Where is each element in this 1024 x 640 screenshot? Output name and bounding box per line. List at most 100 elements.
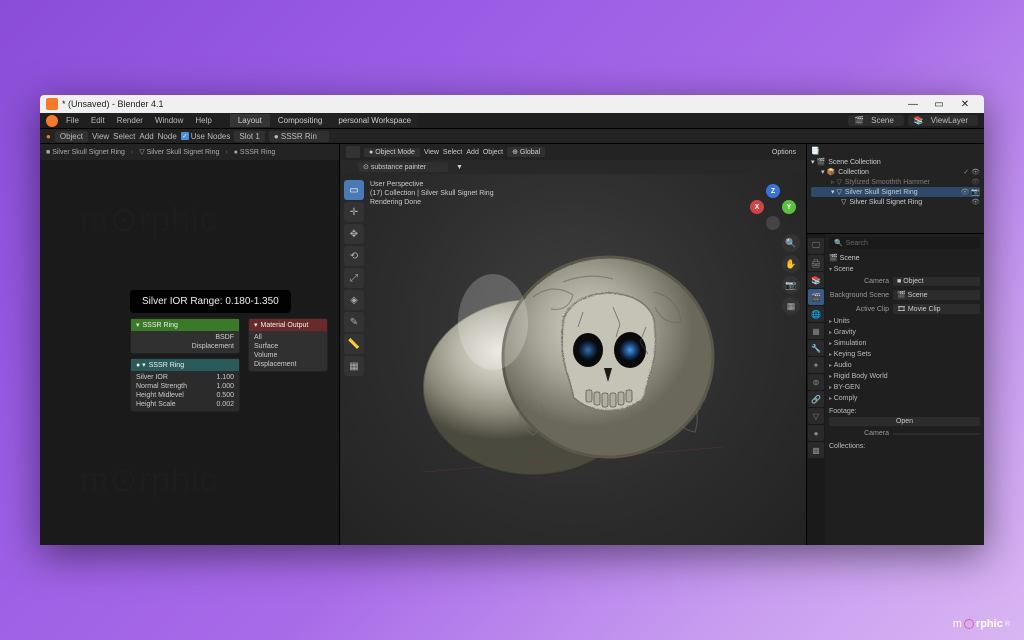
bg-scene-field[interactable]: 🎬 Scene <box>893 290 980 300</box>
node-material-output[interactable]: ▾ Material Output All Surface Volume Dis… <box>248 318 328 372</box>
outliner-collection[interactable]: ▾ 📦Collection✓ 👁 <box>811 167 980 177</box>
logo-o-icon <box>964 619 974 629</box>
nav-gizmo[interactable]: X Y Z <box>750 184 796 230</box>
crumb-object[interactable]: ■ Silver Skull Signet Ring <box>46 149 125 156</box>
section-units[interactable]: Units <box>829 316 980 327</box>
section-comply[interactable]: Comply <box>829 393 980 404</box>
material-selector[interactable]: ● SSSR Rin <box>269 131 329 142</box>
collections-label: Collections: <box>829 439 980 450</box>
window-maximize-button[interactable]: ▭ <box>926 99 952 110</box>
rendered-object <box>413 237 733 497</box>
ptab-modifier-icon[interactable]: 🔧 <box>808 340 824 356</box>
ptab-constraint-icon[interactable]: 🔗 <box>808 391 824 407</box>
tool-select-box-icon[interactable]: ▭ <box>344 180 364 200</box>
mode-selector[interactable]: ● Object Mode <box>364 148 420 157</box>
menu-help[interactable]: Help <box>191 116 215 125</box>
use-nodes-checkbox[interactable]: ✓Use Nodes <box>181 132 231 141</box>
hdri-selector[interactable]: ⊙ substance painter <box>358 162 448 172</box>
zoom-icon[interactable]: 🔍 <box>782 234 800 252</box>
perspective-toggle-icon[interactable]: ▦ <box>782 297 800 315</box>
section-scene[interactable]: Scene <box>829 264 980 275</box>
menu-render[interactable]: Render <box>113 116 147 125</box>
tool-move-icon[interactable]: ✥ <box>344 224 364 244</box>
tool-scale-icon[interactable]: ⤢ <box>344 268 364 288</box>
menu-file[interactable]: File <box>62 116 83 125</box>
editor-type-icon[interactable] <box>346 146 360 158</box>
camera-field[interactable]: ■ Object <box>893 277 980 286</box>
ptab-object-icon[interactable]: ▦ <box>808 323 824 339</box>
ptab-texture-icon[interactable]: ▩ <box>808 442 824 458</box>
outliner-type-icon[interactable]: 📑 <box>811 147 820 155</box>
camera2-field[interactable] <box>893 433 980 435</box>
ptab-particles-icon[interactable]: ✦ <box>808 357 824 373</box>
filter-icon[interactable]: ▼ <box>456 164 463 171</box>
node-group-props[interactable]: ● ▾ SSSR Ring Silver IOR1.100 Normal Str… <box>130 358 240 412</box>
ne-menu-select[interactable]: Select <box>113 132 135 141</box>
clip-field[interactable]: 🎞 Movie Clip <box>893 304 980 314</box>
ne-menu-view[interactable]: View <box>92 132 109 141</box>
menu-window[interactable]: Window <box>151 116 187 125</box>
section-simulation[interactable]: Simulation <box>829 338 980 349</box>
camera-view-icon[interactable]: 📷 <box>782 276 800 294</box>
ptab-output-icon[interactable]: 🖨 <box>808 255 824 271</box>
node-canvas[interactable]: m⊙rphic m⊙rphic Silver IOR Range: 0.180-… <box>40 160 339 545</box>
outliner: 📑 ▾ 🎬Scene Collection ▾ 📦Collection✓ 👁 ▹… <box>807 144 984 234</box>
orientation-selector[interactable]: ⊕ Global <box>507 147 545 157</box>
ne-menu-add[interactable]: Add <box>139 132 153 141</box>
scene-selector[interactable]: 🎬 Scene <box>848 115 904 126</box>
tool-rotate-icon[interactable]: ⟲ <box>344 246 364 266</box>
outliner-scene-collection[interactable]: ▾ 🎬Scene Collection <box>811 157 980 167</box>
pan-icon[interactable]: ✋ <box>782 255 800 273</box>
tool-add-icon[interactable]: ▦ <box>344 356 364 376</box>
vp-menu-view[interactable]: View <box>424 149 439 156</box>
tool-transform-icon[interactable]: ◈ <box>344 290 364 310</box>
shader-editor: ■ Silver Skull Signet Ring › ▽ Silver Sk… <box>40 144 340 545</box>
tool-cursor-icon[interactable]: ✛ <box>344 202 364 222</box>
tool-measure-icon[interactable]: 📏 <box>344 334 364 354</box>
ptab-viewlayer-icon[interactable]: 📚 <box>808 272 824 288</box>
section-keying[interactable]: Keying Sets <box>829 349 980 360</box>
window-minimize-button[interactable]: — <box>900 99 926 110</box>
outliner-item-ring-mesh[interactable]: ▽Silver Skull Signet Ring👁 <box>811 197 980 207</box>
viewport-body[interactable]: User Perspective (17) Collection | Silve… <box>340 174 806 545</box>
crumb-material[interactable]: ● SSSR Ring <box>234 149 276 156</box>
crumb-mesh[interactable]: ▽ Silver Skull Signet Ring <box>139 148 219 156</box>
node-editor-header: ● Object View Select Add Node ✓Use Nodes… <box>40 129 984 144</box>
workspace-tab-personal[interactable]: personal Workspace <box>330 114 419 127</box>
viewlayer-selector[interactable]: 📚 ViewLayer <box>908 115 978 126</box>
props-search[interactable]: 🔍 Search <box>829 237 980 249</box>
ptab-scene-icon[interactable]: 🎬 <box>808 289 824 305</box>
node-group-sssr[interactable]: ▾ SSSR Ring BSDF Displacement <box>130 318 240 354</box>
datatype-selector[interactable]: Object <box>55 131 88 142</box>
tool-annotate-icon[interactable]: ✎ <box>344 312 364 332</box>
outliner-item-hammer[interactable]: ▹ ▽Stylized Smoothth Hammer👁 <box>811 177 980 187</box>
viewport-info: User Perspective (17) Collection | Silve… <box>370 180 494 207</box>
menu-edit[interactable]: Edit <box>87 116 109 125</box>
footage-label: Footage: <box>829 404 980 415</box>
workspace-tab-compositing[interactable]: Compositing <box>270 114 330 127</box>
outliner-item-ring[interactable]: ▾ ▽Silver Skull Signet Ring👁 📷 <box>811 187 980 197</box>
ptab-data-icon[interactable]: ▽ <box>808 408 824 424</box>
ptab-physics-icon[interactable]: ⊚ <box>808 374 824 390</box>
properties-panel: 🖵 🖨 📚 🎬 🌐 ▦ 🔧 ✦ ⊚ 🔗 ▽ ● ▩ 🔍 Search <box>807 234 984 545</box>
section-bygen[interactable]: BY-GEN <box>829 382 980 393</box>
section-audio[interactable]: Audio <box>829 360 980 371</box>
main-menubar: File Edit Render Window Help Layout Comp… <box>40 113 984 129</box>
blender-icon[interactable] <box>46 115 58 127</box>
vp-menu-add[interactable]: Add <box>466 149 478 156</box>
slot-selector[interactable]: Slot 1 <box>234 131 264 142</box>
workspace-tab-layout[interactable]: Layout <box>230 114 270 127</box>
vp-menu-object[interactable]: Object <box>483 149 503 156</box>
section-rigid[interactable]: Rigid Body World <box>829 371 980 382</box>
vp-options[interactable]: Options <box>768 149 800 156</box>
blender-app-icon <box>46 98 58 110</box>
vp-menu-select[interactable]: Select <box>443 149 462 156</box>
open-button[interactable]: Open <box>829 417 980 426</box>
section-gravity[interactable]: Gravity <box>829 327 980 338</box>
ptab-material-icon[interactable]: ● <box>808 425 824 441</box>
ptab-render-icon[interactable]: 🖵 <box>808 238 824 254</box>
ne-menu-node[interactable]: Node <box>158 132 177 141</box>
ptab-world-icon[interactable]: 🌐 <box>808 306 824 322</box>
window-close-button[interactable]: ✕ <box>952 99 978 110</box>
app-window: * (Unsaved) - Blender 4.1 — ▭ ✕ File Edi… <box>40 95 984 545</box>
